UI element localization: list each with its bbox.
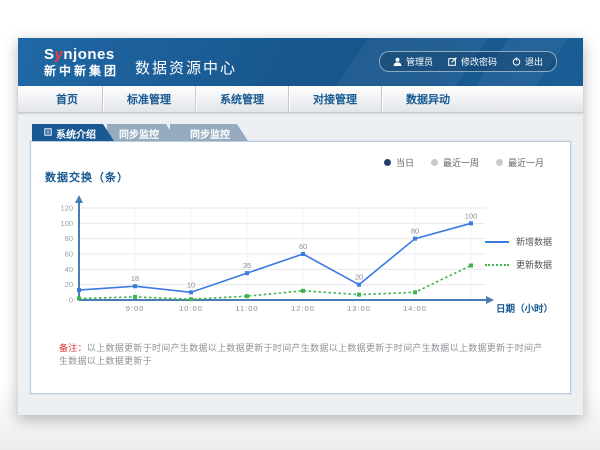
- power-icon: [512, 57, 521, 66]
- logout-button[interactable]: 退出: [512, 55, 543, 68]
- svg-text:80: 80: [411, 227, 419, 236]
- chart-area: 0 20 40 60 80 100 120 9:00 10:00 11:00 12:00 13:00 1…: [39, 192, 559, 329]
- radio-label: 最近一月: [508, 156, 544, 169]
- legend-line-blue: [485, 241, 509, 243]
- radio-last-month[interactable]: 最近一月: [496, 156, 544, 169]
- svg-text:14:00: 14:00: [403, 304, 427, 313]
- radio-dot: [431, 159, 438, 166]
- main-nav: 首页 标准管理 系统管理 对接管理 数据异动: [18, 86, 583, 113]
- doc-icon: [44, 128, 52, 139]
- svg-text:120: 120: [60, 204, 73, 213]
- nav-item-home[interactable]: 首页: [32, 86, 103, 112]
- svg-text:60: 60: [299, 242, 307, 251]
- svg-text:40: 40: [65, 265, 73, 274]
- footnote-text: 以上数据更新于时间产生数据以上数据更新于时间产生数据以上数据更新于时间产生数据以…: [59, 343, 543, 366]
- radio-label: 当日: [396, 156, 414, 169]
- company-logo: Synjones 新中新集团: [44, 47, 119, 77]
- radio-last-week[interactable]: 最近一周: [431, 156, 479, 169]
- tab-label: 同步监控: [190, 126, 230, 141]
- header: Synjones 新中新集团 数据资源中心 管理员 修改密码 退出: [18, 38, 583, 86]
- radio-dot: [384, 159, 391, 166]
- legend-item-updated-data: 更新数据: [485, 258, 552, 271]
- content-area: 系统介绍 同步监控 同步监控 当日 最近一周: [18, 113, 583, 394]
- tab-sync-monitor-1[interactable]: 同步监控: [107, 124, 177, 141]
- radio-dot: [496, 159, 503, 166]
- chart-panel: 当日 最近一周 最近一月 数据交换（条） 0 20 40 60 80 100 120 9:00…: [30, 141, 571, 394]
- svg-text:9:00: 9:00: [126, 304, 145, 313]
- svg-text:日期（小时）: 日期（小时）: [496, 303, 553, 315]
- user-profile-button[interactable]: 管理员: [393, 55, 433, 68]
- line-chart: 0 20 40 60 80 100 120 9:00 10:00 11:00 12:00 13:00 1…: [39, 192, 559, 324]
- legend-label: 更新数据: [516, 258, 552, 271]
- radio-today[interactable]: 当日: [384, 156, 414, 169]
- legend-item-new-data: 新增数据: [485, 235, 552, 248]
- legend-label: 新增数据: [516, 235, 552, 248]
- svg-text:0: 0: [69, 296, 73, 305]
- company-name: 新中新集团: [44, 65, 119, 78]
- brand-name: Synjones: [44, 47, 119, 63]
- user-menu: 管理员 修改密码 退出: [379, 51, 557, 72]
- page-title: 数据资源中心: [135, 57, 237, 78]
- user-name: 管理员: [406, 55, 433, 68]
- svg-text:10:00: 10:00: [179, 304, 203, 313]
- edit-icon: [448, 57, 457, 66]
- svg-text:80: 80: [65, 234, 73, 243]
- tab-label: 同步监控: [119, 126, 159, 141]
- svg-text:20: 20: [65, 280, 73, 289]
- tab-system-intro[interactable]: 系统介绍: [32, 124, 114, 141]
- app-window: Synjones 新中新集团 数据资源中心 管理员 修改密码 退出: [18, 38, 583, 415]
- svg-text:18: 18: [131, 274, 139, 283]
- svg-text:13:00: 13:00: [347, 304, 371, 313]
- nav-item-data-change[interactable]: 数据异动: [382, 86, 474, 112]
- svg-text:100: 100: [465, 211, 478, 220]
- nav-item-system-mgmt[interactable]: 系统管理: [196, 86, 289, 112]
- change-password-button[interactable]: 修改密码: [448, 55, 497, 68]
- svg-text:11:00: 11:00: [235, 304, 258, 313]
- radio-label: 最近一周: [443, 156, 479, 169]
- legend-line-green: [485, 264, 509, 266]
- user-icon: [393, 57, 402, 66]
- logout-label: 退出: [525, 55, 543, 68]
- time-range-filter: 当日 最近一周 最近一月: [384, 156, 544, 169]
- svg-text:60: 60: [65, 250, 73, 259]
- y-axis-title: 数据交换（条）: [45, 169, 129, 185]
- tab-sync-monitor-2[interactable]: 同步监控: [170, 124, 248, 141]
- tab-bar: 系统介绍 同步监控 同步监控: [32, 124, 571, 141]
- svg-text:12:00: 12:00: [291, 304, 315, 313]
- footnote: 备注：以上数据更新于时间产生数据以上数据更新于时间产生数据以上数据更新于时间产生…: [59, 341, 550, 367]
- nav-item-docking-mgmt[interactable]: 对接管理: [289, 86, 382, 112]
- chart-legend: 新增数据 更新数据: [485, 235, 552, 271]
- change-password-label: 修改密码: [461, 55, 497, 68]
- nav-item-standard-mgmt[interactable]: 标准管理: [103, 86, 196, 112]
- tab-label: 系统介绍: [56, 126, 96, 141]
- svg-text:20: 20: [355, 273, 363, 282]
- svg-text:10: 10: [187, 280, 195, 289]
- svg-text:100: 100: [60, 219, 73, 228]
- footnote-label: 备注：: [59, 343, 87, 353]
- svg-text:35: 35: [243, 261, 251, 270]
